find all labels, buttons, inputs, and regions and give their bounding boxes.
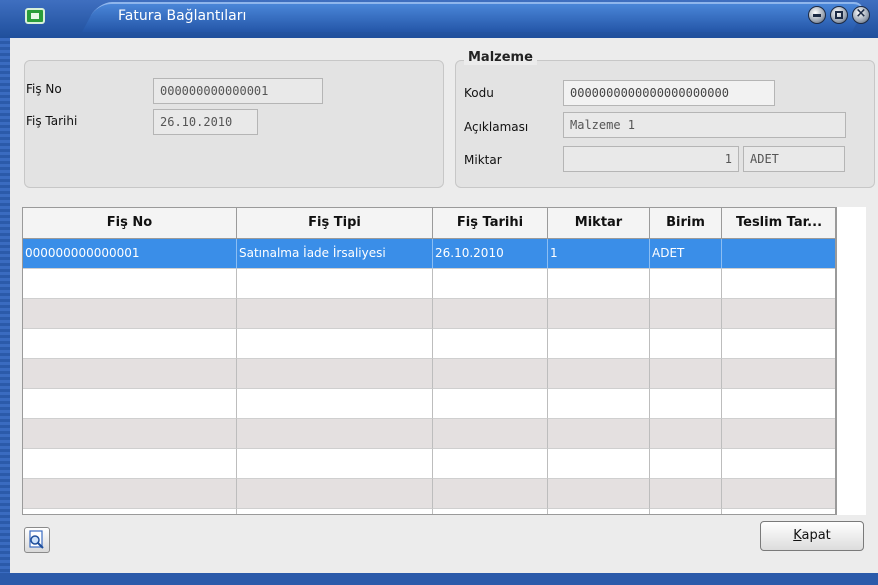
column-header-fis-no[interactable]: Fiş No bbox=[23, 208, 237, 239]
maximize-icon bbox=[835, 11, 843, 19]
empty-row[interactable] bbox=[23, 329, 835, 359]
close-icon: × bbox=[855, 6, 867, 21]
grid-header: Fiş No Fiş Tipi Fiş Tarihi Miktar Birim … bbox=[23, 208, 835, 239]
column-header-fis-tarihi[interactable]: Fiş Tarihi bbox=[433, 208, 548, 239]
cell-fis-tipi: Satınalma İade İrsaliyesi bbox=[237, 239, 433, 269]
minimize-button[interactable] bbox=[808, 6, 826, 24]
column-header-miktar[interactable]: Miktar bbox=[548, 208, 650, 239]
miktar-field: 1 bbox=[563, 146, 739, 172]
column-header-birim[interactable]: Birim bbox=[650, 208, 722, 239]
kodu-label: Kodu bbox=[464, 86, 494, 100]
table-row[interactable]: 000000000000001 Satınalma İade İrsaliyes… bbox=[23, 239, 835, 269]
cell-fis-tarihi: 26.10.2010 bbox=[433, 239, 548, 269]
malzeme-group-title: Malzeme bbox=[464, 50, 537, 65]
aciklama-label: Açıklaması bbox=[464, 120, 529, 134]
empty-row[interactable] bbox=[23, 269, 835, 299]
fis-no-field: 000000000000001 bbox=[153, 78, 323, 104]
empty-row[interactable] bbox=[23, 389, 835, 419]
kapat-mnemonic: K bbox=[793, 528, 802, 543]
links-grid[interactable]: Fiş No Fiş Tipi Fiş Tarihi Miktar Birim … bbox=[22, 207, 836, 515]
fis-tarihi-label: Fiş Tarihi bbox=[26, 114, 78, 128]
empty-row[interactable] bbox=[23, 359, 835, 389]
column-header-teslim-tarihi[interactable]: Teslim Tar... bbox=[722, 208, 835, 239]
empty-row[interactable] bbox=[23, 449, 835, 479]
miktar-label: Miktar bbox=[464, 153, 502, 167]
kodu-field[interactable]: 0000000000000000000000 bbox=[563, 80, 775, 106]
cell-birim: ADET bbox=[650, 239, 722, 269]
maximize-button[interactable] bbox=[830, 6, 848, 24]
birim-field: ADET bbox=[743, 146, 845, 172]
minimize-icon bbox=[813, 14, 821, 17]
window-title: Fatura Bağlantıları bbox=[118, 8, 247, 24]
fis-no-label: Fiş No bbox=[26, 82, 62, 96]
empty-row[interactable] bbox=[23, 509, 835, 514]
cell-fis-no: 000000000000001 bbox=[23, 239, 237, 269]
kapat-label: apat bbox=[801, 528, 831, 543]
close-button[interactable]: × bbox=[852, 6, 870, 24]
window-left-border bbox=[0, 38, 10, 585]
column-header-fis-tipi[interactable]: Fiş Tipi bbox=[237, 208, 433, 239]
fis-tarihi-field: 26.10.2010 bbox=[153, 109, 258, 135]
aciklama-field: Malzeme 1 bbox=[563, 112, 846, 138]
empty-row[interactable] bbox=[23, 299, 835, 329]
print-preview-button[interactable] bbox=[24, 527, 50, 553]
app-window: Fatura Bağlantıları × Fiş No 00000000000… bbox=[0, 0, 878, 585]
app-icon[interactable] bbox=[25, 8, 45, 24]
print-preview-icon bbox=[29, 530, 44, 549]
title-bar[interactable]: Fatura Bağlantıları × bbox=[0, 0, 878, 38]
window-bottom-border bbox=[0, 573, 878, 585]
cell-miktar: 1 bbox=[548, 239, 650, 269]
close-dialog-button[interactable]: Kapat bbox=[760, 521, 864, 551]
empty-row[interactable] bbox=[23, 419, 835, 449]
grid-scroll-area[interactable] bbox=[836, 207, 866, 515]
cell-teslim-tarihi bbox=[722, 239, 835, 269]
empty-row[interactable] bbox=[23, 479, 835, 509]
